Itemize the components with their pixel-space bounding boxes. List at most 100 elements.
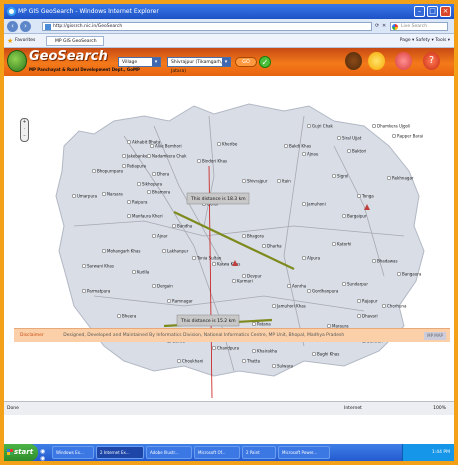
village-marker [71, 193, 77, 199]
taskbar-button[interactable]: 2 Internet Ex... [96, 446, 144, 459]
village-label: Khairakha [257, 349, 278, 354]
village-label: Ajnar [157, 234, 168, 239]
village-marker [146, 189, 152, 195]
village-marker [176, 358, 182, 364]
village-marker [121, 153, 127, 159]
village-label: Dharha [267, 244, 282, 249]
settings-icon[interactable] [395, 52, 412, 70]
checkmark-icon[interactable]: ✓ [259, 56, 271, 68]
pencil-icon[interactable] [368, 52, 385, 70]
village-label: Chorhuna [387, 304, 407, 309]
clock: 1:44 PM [431, 450, 450, 455]
brand-title: GeoSearch [29, 49, 108, 64]
tab-label: MP GIS GeoSearch [55, 39, 97, 44]
status-bar: Done Internet 100% [4, 401, 454, 415]
village-marker [131, 269, 137, 275]
village-marker [386, 175, 392, 181]
map-view[interactable]: + · – Dhamkera Ujgoli Gujri Chak Siral Ujjat… [4, 76, 454, 399]
map-canvas[interactable]: Dhamkera Ujgoli Gujri Chak Siral Ujjat Bakt… [4, 76, 454, 399]
village-marker [216, 141, 222, 147]
start-button[interactable]: start [4, 444, 38, 461]
taskbar-button[interactable]: 2 Paint [242, 446, 276, 459]
village-label: Dergain [157, 284, 173, 289]
stop-icon[interactable]: ✕ [382, 23, 386, 29]
village-marker [161, 248, 167, 254]
window-title: MP GIS GeoSearch - Windows Internet Expl… [18, 8, 159, 15]
refresh-icon[interactable]: ⟳ [375, 23, 379, 29]
level-select-value: Village [122, 60, 138, 65]
village-marker [81, 263, 87, 269]
village-marker [251, 348, 257, 354]
favorites-star-icon[interactable]: ★ [7, 38, 13, 45]
distance-label-1: This distance is 18.3 km [190, 196, 246, 202]
village-label: Kheribe [222, 142, 238, 147]
village-label: Gujri Chak [312, 124, 334, 129]
chevron-down-icon: ▾ [152, 58, 160, 66]
zoom-control[interactable]: + · – [20, 118, 29, 142]
village-label: Bheera [122, 314, 137, 319]
village-label: Bhamora [152, 190, 171, 195]
village-marker [211, 345, 217, 351]
village-label: Alpura [307, 256, 321, 261]
level-select[interactable]: Village ▾ [118, 57, 161, 67]
village-label: Manfaura Kheri [132, 214, 163, 219]
close-button[interactable]: × [440, 6, 451, 17]
distance-label-2: This distance is 15.2 km [180, 318, 236, 324]
village-label: Rapper Barai [397, 134, 423, 139]
url-text: http://gissrch.nic.in/GeoSearch [53, 24, 123, 29]
village-label: Patiapura [127, 164, 147, 169]
village-marker [241, 178, 247, 184]
village-marker [301, 201, 307, 207]
favorites-label[interactable]: Favorites [15, 34, 35, 48]
village-label: Bakdi Khas [289, 144, 311, 149]
village-marker [283, 143, 289, 149]
search-input[interactable]: Live Search [390, 22, 448, 31]
taskbar-button[interactable]: Microsoft Power... [278, 446, 330, 459]
place-select-value: Shivrajpur (Tikamgarh, Jatara) [171, 60, 223, 74]
chevron-down-icon: ▾ [222, 58, 230, 66]
village-label: Bindori Khas [202, 159, 227, 164]
village-marker [251, 321, 257, 327]
taskbar-button[interactable]: Adobe Illustr... [146, 446, 192, 459]
back-button[interactable]: ‹ [7, 21, 18, 32]
village-label: Shivrajpur [247, 179, 268, 184]
zoom-level[interactable]: 100% [433, 402, 446, 416]
village-label: Aliie Bemhori [155, 144, 182, 149]
department-text: MP Panchayat & Rural Development Dept., … [29, 67, 140, 72]
place-select[interactable]: Shivrajpur (Tikamgarh, Jatara) ▾ [167, 57, 231, 74]
village-marker [261, 243, 267, 249]
tools-icon[interactable] [345, 52, 362, 70]
village-marker [171, 223, 177, 229]
village-marker [121, 163, 127, 169]
village-label: Choukhani [182, 359, 203, 364]
village-label: Bandha [177, 224, 193, 229]
village-label: Umarpura [77, 194, 98, 199]
help-icon[interactable]: ? [423, 52, 440, 70]
start-label: start [14, 448, 34, 456]
minimize-button[interactable]: – [414, 6, 425, 17]
disclaimer-label: Disclaimer [20, 333, 44, 338]
village-marker [231, 278, 237, 284]
url-field[interactable]: http://gissrch.nic.in/GeoSearch [42, 22, 372, 31]
village-marker [301, 255, 307, 261]
map-preview-thumbnail[interactable]: MP MAP [424, 332, 446, 340]
go-button[interactable]: GO [235, 57, 257, 67]
title-bar: MP GIS GeoSearch - Windows Internet Expl… [4, 4, 454, 19]
village-marker [126, 199, 132, 205]
village-label: Narsara [107, 192, 123, 197]
village-label: Tonga [361, 194, 374, 199]
taskbar-button[interactable]: Microsoft Of... [194, 446, 240, 459]
command-bar[interactable]: Page ▾ Safety ▾ Tools ▾ [400, 34, 450, 48]
village-marker [341, 281, 347, 287]
globe-logo-icon [7, 50, 27, 72]
ie-icon [7, 7, 16, 16]
quick-launch-icons[interactable]: ◉ ◉ [40, 448, 50, 461]
forward-button[interactable]: › [20, 21, 31, 32]
village-marker [211, 261, 217, 267]
maximize-button[interactable]: □ [427, 6, 438, 17]
village-label: Bangaura [402, 272, 422, 277]
village-marker [241, 233, 247, 239]
tab-geosearch[interactable]: MP GIS GeoSearch [46, 36, 104, 46]
taskbar-button[interactable]: Windows Ex... [52, 446, 94, 459]
village-marker [151, 171, 157, 177]
